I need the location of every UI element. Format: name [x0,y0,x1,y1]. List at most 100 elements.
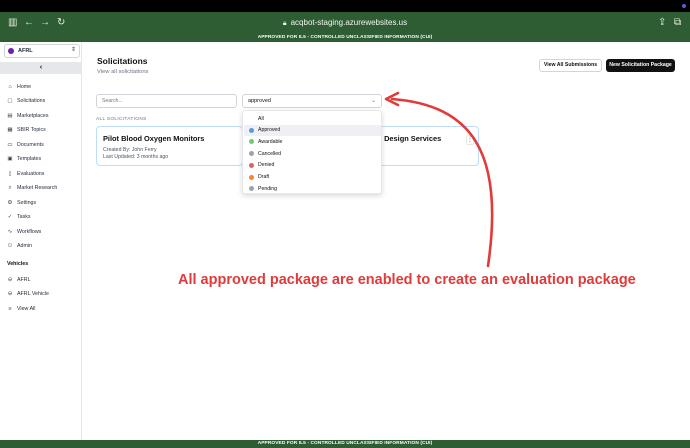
gear-icon: ⚙ [7,200,13,206]
sidebar-item-label: Market Research [17,185,58,191]
search-input[interactable] [96,94,237,108]
address-bar[interactable]: 🔒︎ acqbot-staging.azurewebsites.us [0,16,690,31]
status-dot-icon [249,151,254,157]
vehicle-item-label: AFRL [17,277,31,283]
org-name: AFRL [18,48,33,54]
status-option-awardable[interactable]: Awardable [244,136,381,147]
status-option-all[interactable]: All [244,113,381,124]
vehicle-item-label: AFRL Vehicle [17,291,49,297]
share-icon[interactable]: ⇪ [658,16,666,30]
sidebar: AFRL ⇕ ‹ ⌂ Home ▢ Solicitations ▤ Marketplace… [0,42,82,440]
sidebar-item-label: SBIR Topics [17,127,46,133]
card-title: nd Design Services [373,134,442,143]
view-all-submissions-button[interactable]: View All Submissions [539,59,602,72]
status-dot-icon [249,186,254,192]
home-icon: ⌂ [8,84,12,90]
page-title: Solicitations [97,56,148,66]
sidebar-item-home[interactable]: ⌂ Home [7,82,31,92]
status-filter-select[interactable]: approved ⌄ [242,94,382,108]
chevron-down-icon: ⌄ [370,98,376,104]
sidebar-item-label: Solicitations [17,98,46,104]
sidebar-item-admin[interactable]: ⚇ Admin [7,241,32,251]
status-option-label: All [258,115,264,122]
vehicle-item-afrl[interactable]: ⊖ AFRL [7,275,31,285]
lock-icon: 🔒︎ [282,20,287,27]
card-last-updated: Last Updated: 3 months ago [103,154,169,160]
sidebar-item-sbir-topics[interactable]: ▦ SBIR Topics [7,125,46,135]
clipboard-icon: ▯ [8,171,12,177]
status-dropdown-menu: All Approved Awardable Cancelled Denied Draft… [242,110,382,194]
collapse-sidebar-button[interactable]: ‹ [0,62,82,74]
workflow-icon: ∿ [7,229,13,235]
tabs-icon[interactable]: ⧉ [674,16,681,30]
check-icon: ✓ [7,214,13,220]
status-dot-icon [249,162,254,168]
grid-icon: ▦ [7,127,13,133]
list-icon: ≡ [8,306,12,312]
sidebar-item-evaluations[interactable]: ▯ Evaluations [7,169,44,179]
sidebar-item-label: Tasks [17,214,31,220]
link-icon: ⊖ [7,291,13,297]
status-option-denied[interactable]: Denied [244,160,381,171]
link-icon: ⊖ [7,277,13,283]
template-icon: ▣ [7,156,13,162]
status-option-label: Draft [258,174,270,180]
sidebar-item-solicitations[interactable]: ▢ Solicitations [7,96,45,106]
status-dot-icon [249,174,254,180]
status-dot-icon [682,4,686,8]
solicitation-card[interactable]: Pilot Blood Oxygen Monitors Created By: … [96,126,243,166]
sidebar-item-label: Evaluations [17,171,45,177]
sidebar-item-settings[interactable]: ⚙ Settings [7,198,37,208]
page-subtitle: View all solicitations [97,69,149,75]
vehicle-item-label: View All [17,306,36,312]
all-solicitations-label: ALL SOLICITATIONS [96,117,147,122]
annotation-text: All approved package are enabled to crea… [178,272,636,288]
sidebar-item-label: Templates [17,156,42,162]
status-dot-icon [249,139,254,145]
status-option-approved[interactable]: Approved [244,124,381,136]
status-option-pending[interactable]: Pending [244,183,381,194]
status-option-label: Approved [258,127,281,134]
vehicle-item-afrl-vehicle[interactable]: ⊖ AFRL Vehicle [7,289,49,299]
sidebar-item-documents[interactable]: ▭ Documents [7,140,44,150]
status-option-label: Cancelled [258,150,282,157]
status-option-draft[interactable]: Draft [244,172,381,183]
sidebar-item-label: Settings [17,200,37,206]
new-solicitation-package-button[interactable]: New Solicitation Package [606,59,675,72]
vehicle-item-view-all[interactable]: ≡ View All [7,304,35,314]
more-options-icon[interactable]: ⋮ [466,135,474,145]
sidebar-item-marketplaces[interactable]: ▤ Marketplaces [7,111,49,121]
sidebar-item-label: Admin [17,243,33,249]
file-icon: ▭ [7,142,13,148]
status-filter-value: approved [248,98,271,104]
solicitation-card[interactable]: nd Design Services ⋮ [368,126,479,166]
admin-icon: ⚇ [7,243,13,249]
vehicles-heading: Vehicles [7,261,29,267]
sidebar-item-templates[interactable]: ▣ Templates [7,154,41,164]
os-status-bar [0,0,690,12]
status-dot-icon [249,127,254,133]
sidebar-item-label: Home [17,84,32,90]
status-option-label: Pending [258,185,278,192]
sidebar-item-workflows[interactable]: ∿ Workflows [7,227,42,237]
status-option-cancelled[interactable]: Cancelled [244,148,381,159]
status-option-label: Awardable [258,138,283,145]
org-switcher[interactable]: AFRL ⇕ [4,44,80,58]
sidebar-item-label: Marketplaces [17,113,49,119]
sidebar-item-label: Documents [17,142,44,148]
cui-banner-top: APPROVED FOR IL5 - CONTROLLED UNCLASSIFI… [0,34,690,42]
sidebar-item-market-research[interactable]: ⌕ Market Research [7,183,57,193]
search-icon: ⌕ [8,184,12,191]
document-icon: ▢ [7,98,13,104]
browser-toolbar: ▥ ← → ↻ 🔒︎ acqbot-staging.azurewebsites.u… [0,12,690,34]
sidebar-item-tasks[interactable]: ✓ Tasks [7,212,31,222]
chevron-updown-icon: ⇕ [70,47,76,53]
store-icon: ▤ [7,113,13,119]
card-title: Pilot Blood Oxygen Monitors [103,134,205,143]
url-text: acqbot-staging.azurewebsites.us [290,18,408,27]
sidebar-item-label: Workflows [17,229,42,235]
status-option-label: Denied [258,162,275,169]
org-logo-icon [8,48,14,54]
card-created-by: Created By: John Ferry [103,147,157,153]
cui-banner-bottom: APPROVED FOR IL5 - CONTROLLED UNCLASSIFI… [0,440,690,448]
